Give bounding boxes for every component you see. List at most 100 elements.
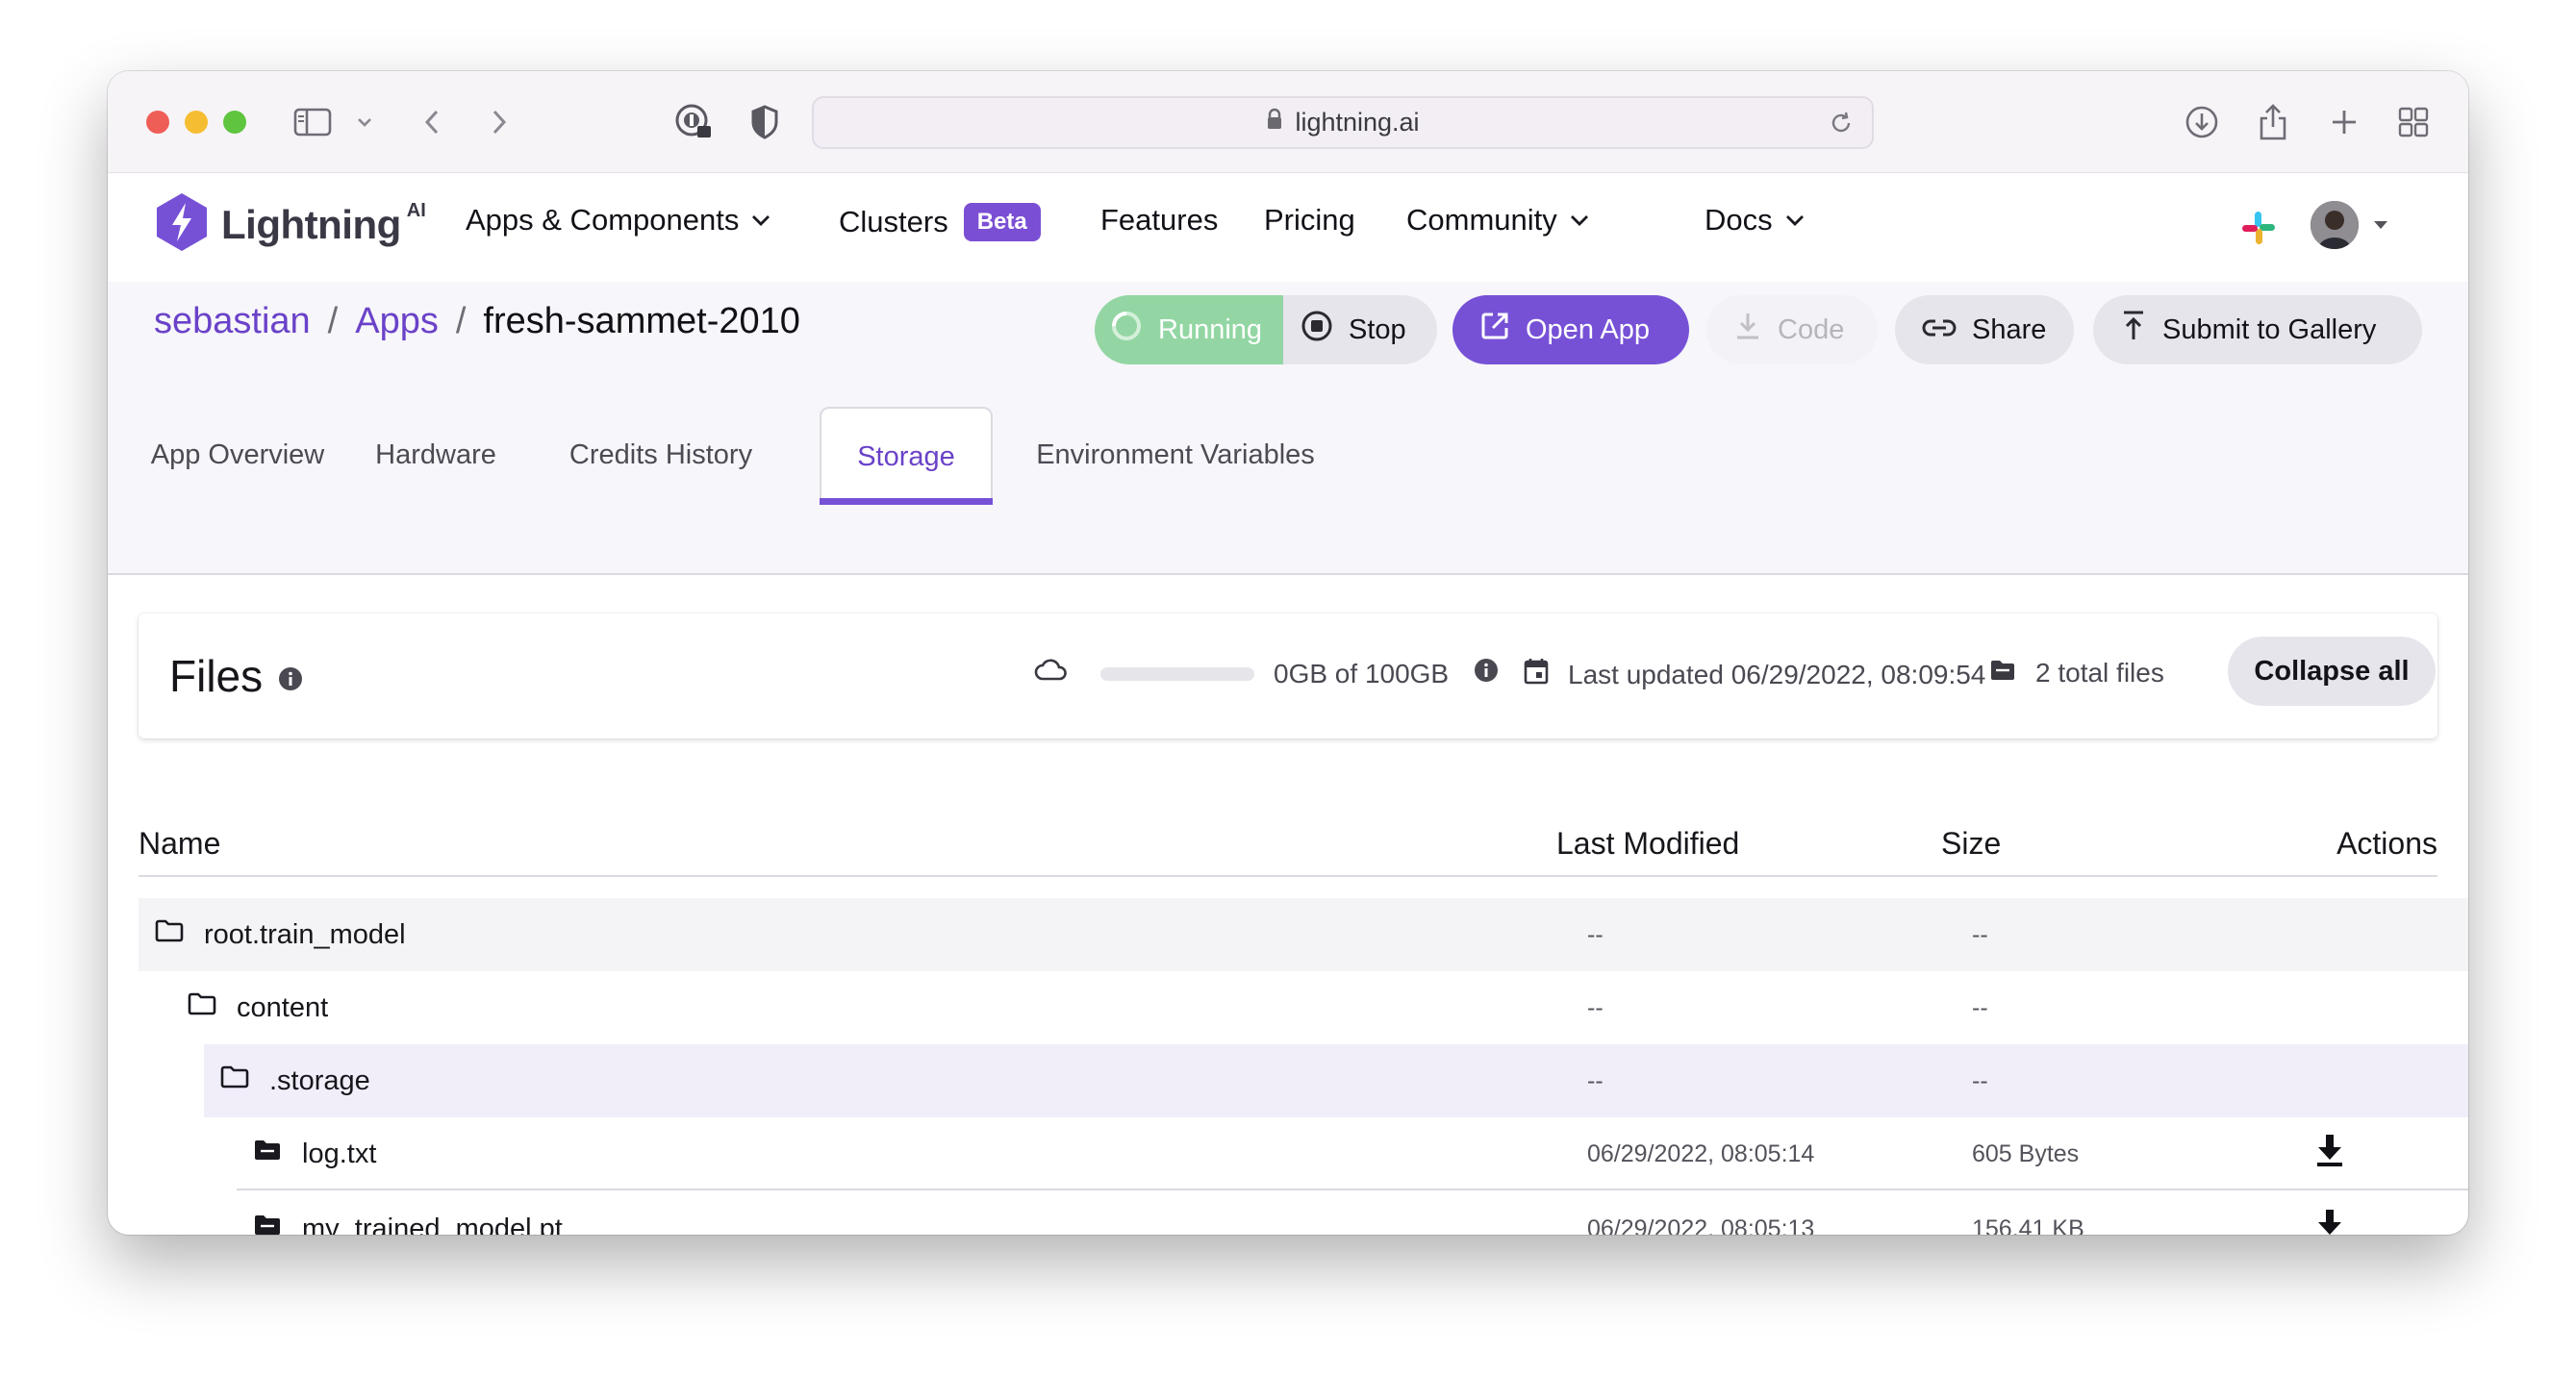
row-size: -- (1972, 1066, 1988, 1094)
info-icon[interactable] (278, 650, 303, 702)
chevron-down-icon (750, 213, 771, 227)
lightning-bolt-icon (154, 191, 210, 258)
table-row[interactable]: my_trained_model.pt 06/29/2022, 08:05:13… (237, 1192, 2468, 1235)
files-table-header: Name Last Modified Size Actions (139, 826, 2437, 877)
tab-overview-icon[interactable] (2391, 100, 2436, 144)
close-window-button[interactable] (146, 111, 169, 134)
slack-icon[interactable] (2239, 209, 2278, 252)
folder-outline-icon (219, 1064, 269, 1097)
row-size: 605 Bytes (1972, 1139, 2080, 1167)
files-summary-card: Files 0GB of 100GB Last updated 06/29/20… (139, 613, 2437, 739)
nav-apps-components[interactable]: Apps & Components (466, 203, 771, 238)
row-name-cell: content (187, 971, 328, 1044)
breadcrumb-apps-link[interactable]: Apps (355, 301, 439, 342)
code-label: Code (1778, 313, 1845, 345)
password-manager-icon[interactable] (671, 100, 716, 144)
downloads-icon[interactable] (2180, 100, 2224, 144)
last-updated-text: Last updated 06/29/2022, 08:09:54 (1568, 659, 1986, 689)
breadcrumb-app-name: fresh-sammet-2010 (483, 301, 800, 341)
nav-docs-label: Docs (1705, 203, 1773, 237)
row-modified: -- (1587, 993, 1604, 1021)
share-sheet-icon[interactable] (2251, 100, 2295, 144)
row-modified: 06/29/2022, 08:05:14 (1587, 1139, 1815, 1167)
row-size: -- (1972, 920, 1988, 948)
table-row[interactable]: content -- -- (139, 971, 2468, 1044)
collapse-all-button[interactable]: Collapse all (2228, 637, 2436, 706)
download-button[interactable] (2314, 1117, 2345, 1190)
submit-to-gallery-label: Submit to Gallery (2162, 313, 2377, 345)
running-status-button[interactable]: Running (1095, 295, 1283, 364)
lightning-logo[interactable]: Lightning AI (154, 191, 426, 258)
storage-progress-bar (1100, 666, 1254, 681)
folder-outline-icon (154, 918, 204, 951)
nav-docs[interactable]: Docs (1705, 203, 1806, 238)
browser-titlebar: lightning.ai (108, 71, 2468, 173)
share-button[interactable]: Share (1895, 295, 2074, 364)
col-name[interactable]: Name (139, 826, 220, 862)
tab-label: Storage (857, 440, 955, 472)
spinner-icon (1110, 310, 1158, 350)
url-bar[interactable]: lightning.ai (812, 96, 1874, 149)
tab-hardware[interactable]: Hardware (360, 407, 512, 503)
table-row[interactable]: log.txt 06/29/2022, 08:05:14 605 Bytes (237, 1117, 2468, 1190)
row-name: root.train_model (204, 918, 406, 950)
tab-label: Environment Variables (1036, 438, 1315, 470)
row-name-cell: my_trained_model.pt (252, 1192, 563, 1235)
stop-circle-icon (1301, 310, 1349, 350)
chevron-down-icon (1784, 213, 1806, 227)
open-app-button[interactable]: Open App (1452, 295, 1689, 364)
tab-app-overview[interactable]: App Overview (146, 407, 329, 503)
last-updated: Last updated 06/29/2022, 08:09:54 (1524, 658, 1985, 691)
row-name-cell: .storage (219, 1044, 370, 1117)
nav-pricing[interactable]: Pricing (1264, 203, 1355, 238)
col-size[interactable]: Size (1941, 826, 2001, 862)
nav-features[interactable]: Features (1100, 203, 1218, 238)
reload-icon[interactable] (1828, 110, 1855, 143)
new-tab-icon[interactable] (2322, 100, 2366, 144)
logo-text: Lightning (221, 201, 401, 247)
code-button[interactable]: Code (1706, 295, 1878, 364)
app-tabs: App Overview Hardware Credits History St… (108, 407, 2468, 505)
nav-pricing-label: Pricing (1264, 203, 1355, 237)
back-arrow-icon[interactable] (410, 100, 454, 144)
submit-to-gallery-button[interactable]: Submit to Gallery (2093, 295, 2422, 364)
files-heading: Files (169, 651, 264, 701)
row-name: .storage (269, 1064, 370, 1096)
download-button[interactable] (2314, 1192, 2345, 1235)
logo-superscript: AI (406, 200, 426, 221)
tab-credits-history[interactable]: Credits History (531, 407, 791, 503)
nav-community[interactable]: Community (1406, 203, 1590, 238)
zoom-window-button[interactable] (223, 111, 246, 134)
table-row[interactable]: .storage -- -- (204, 1044, 2468, 1117)
user-avatar[interactable] (2311, 201, 2359, 249)
nav-clusters[interactable]: Clusters Beta (839, 203, 1041, 241)
info-icon[interactable] (1474, 658, 1499, 689)
tab-storage[interactable]: Storage (820, 407, 993, 505)
row-size: 156.41 KB (1972, 1214, 2084, 1236)
table-row[interactable]: root.train_model -- -- (139, 898, 2468, 971)
cloud-icon (1033, 658, 1070, 689)
avatar-caret-icon[interactable] (2372, 218, 2389, 236)
stop-button[interactable]: Stop (1283, 295, 1437, 364)
sidebar-toggle-icon[interactable] (290, 100, 335, 144)
minimize-window-button[interactable] (185, 111, 208, 134)
chevron-down-icon[interactable] (342, 100, 387, 144)
total-files: 2 total files (1989, 658, 2164, 688)
tab-environment-variables[interactable]: Environment Variables (1012, 407, 1339, 503)
running-label: Running (1158, 313, 1263, 345)
breadcrumb-separator: / (327, 301, 339, 341)
forward-arrow-icon[interactable] (477, 100, 521, 144)
download-icon (1733, 311, 1778, 349)
url-text: lightning.ai (1295, 108, 1420, 137)
files-title: Files (169, 650, 303, 702)
breadcrumb-user-link[interactable]: sebastian (154, 301, 311, 342)
file-folder-icon (252, 1213, 302, 1235)
col-last-modified[interactable]: Last Modified (1556, 826, 1739, 862)
shield-icon[interactable] (743, 100, 787, 144)
total-files-text: 2 total files (2035, 658, 2164, 688)
row-name: log.txt (302, 1138, 377, 1169)
storage-usage: 0GB of 100GB (1033, 658, 1499, 689)
row-size: -- (1972, 993, 1988, 1021)
row-modified: 06/29/2022, 08:05:13 (1587, 1214, 1815, 1236)
row-name: content (237, 991, 329, 1023)
